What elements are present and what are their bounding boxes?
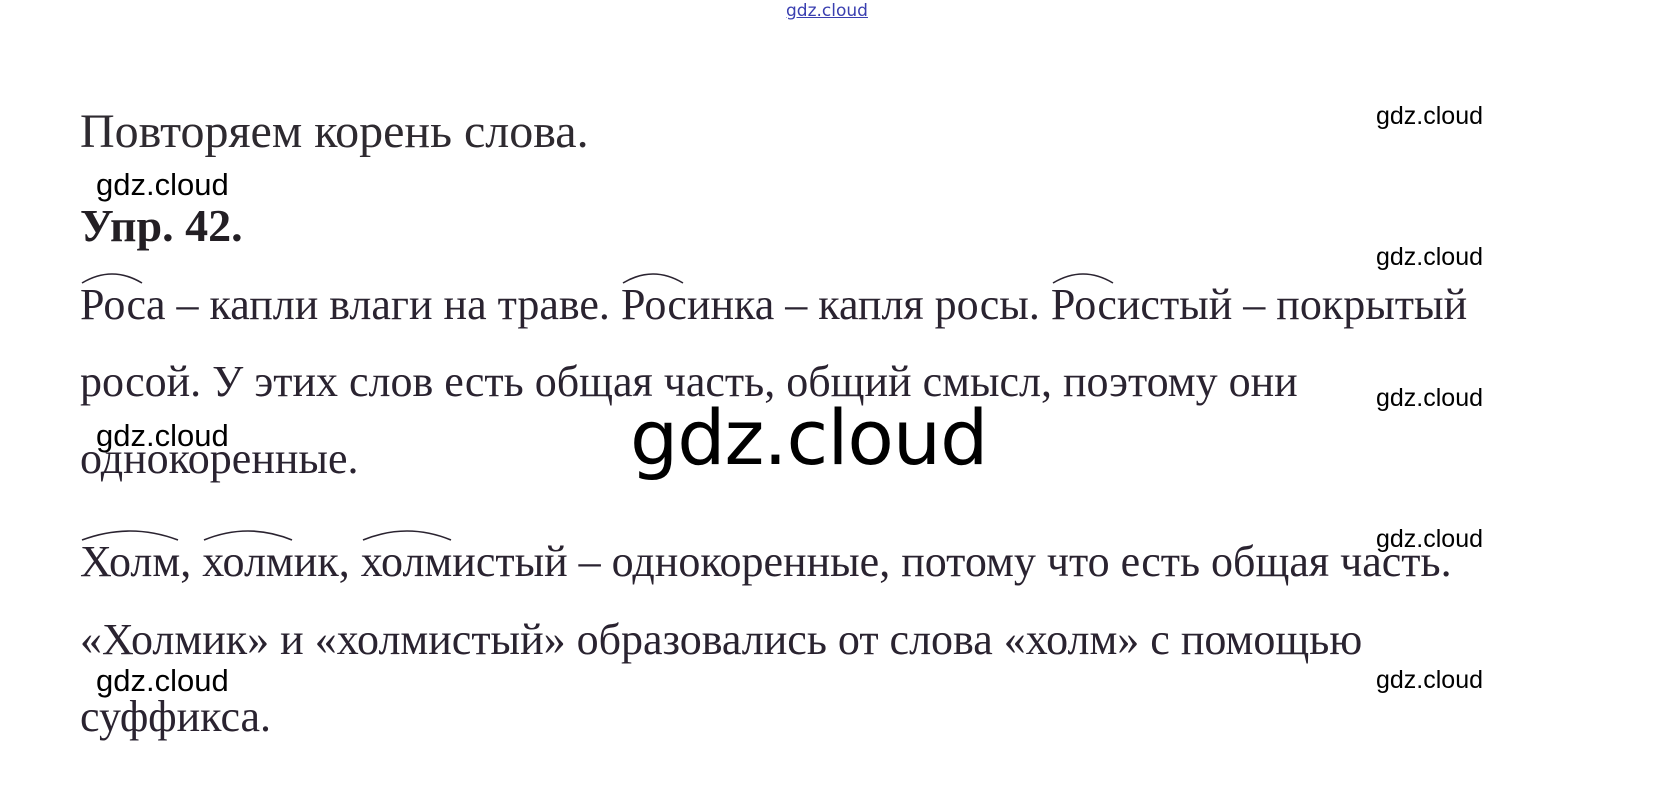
root-arc-icon bbox=[81, 530, 179, 541]
watermark-right-2: gdz.cloud bbox=[1376, 243, 1484, 271]
paragraph-3-line-2: суффикса. bbox=[80, 692, 272, 741]
watermark-center: gdz.cloud bbox=[630, 393, 988, 482]
root-word-holmisty: холм bbox=[361, 530, 452, 584]
watermark-top[interactable]: gdz.cloud bbox=[0, 1, 1654, 21]
root-word-rosinka: Рос bbox=[621, 273, 687, 327]
text-fragment: ик, bbox=[293, 537, 361, 586]
page-title: Повторяем корень слова. bbox=[80, 105, 589, 158]
root-arc-icon bbox=[622, 273, 684, 284]
watermark-left-3: gdz.cloud bbox=[96, 663, 229, 698]
root-arc-icon bbox=[362, 530, 452, 541]
paragraph-2-line-1: Холм, холмик, холмистый – однокоренные, … bbox=[80, 530, 1452, 586]
root-arc-icon bbox=[81, 273, 143, 284]
watermark-right-4: gdz.cloud bbox=[1376, 525, 1484, 553]
watermark-right-3: gdz.cloud bbox=[1376, 384, 1484, 412]
text-fragment: инка – капля росы. bbox=[686, 280, 1051, 329]
root-arc-icon bbox=[1052, 273, 1114, 284]
text-fragment: истый – покрытый bbox=[1116, 280, 1468, 329]
watermark-left-1: gdz.cloud bbox=[96, 167, 229, 202]
root-arc-icon bbox=[203, 530, 293, 541]
watermark-right-1: gdz.cloud bbox=[1376, 102, 1484, 130]
text-fragment: а – капли влаги на траве. bbox=[146, 280, 621, 329]
text-fragment: истый – однокоренные, потому что есть об… bbox=[452, 537, 1452, 586]
paragraph-1-line-1: Роса – капли влаги на траве. Росинка – к… bbox=[80, 273, 1468, 329]
paragraph-3-line-1: «Холмик» и «холмистый» образовались от с… bbox=[80, 615, 1363, 664]
root-word-holmik: холм bbox=[202, 530, 294, 584]
watermark-left-2: gdz.cloud bbox=[96, 418, 229, 453]
root-word-rosisty: Рос bbox=[1051, 273, 1117, 327]
text-fragment: , bbox=[180, 537, 203, 586]
watermark-right-5: gdz.cloud bbox=[1376, 666, 1484, 694]
root-word-holm: Холм bbox=[80, 530, 180, 584]
exercise-heading: Упр. 42. bbox=[80, 200, 243, 251]
root-word-rosa: Рос bbox=[80, 273, 146, 327]
